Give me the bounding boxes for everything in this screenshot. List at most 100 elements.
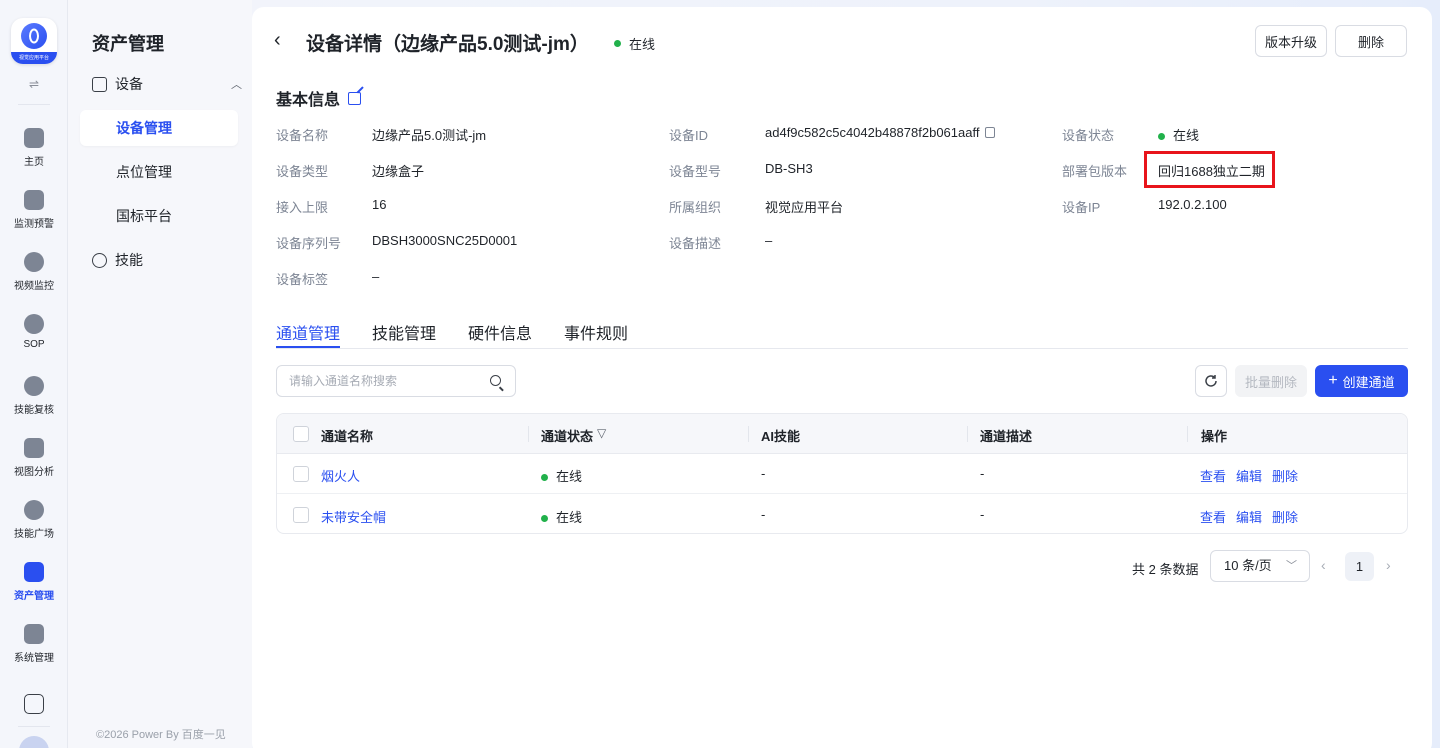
- refresh-button[interactable]: [1195, 365, 1227, 397]
- section-title-text: 基本信息: [276, 92, 341, 109]
- home-icon: [24, 128, 44, 148]
- divider: [18, 104, 50, 105]
- rail-item-sop[interactable]: SOP: [0, 312, 68, 362]
- create-channel-button[interactable]: + 创建通道: [1315, 365, 1408, 397]
- search-icon[interactable]: [490, 375, 501, 386]
- calendar-clock-icon: [24, 694, 44, 714]
- monitor-icon: [92, 76, 107, 92]
- status-dot-icon: [614, 40, 621, 47]
- delete-link[interactable]: 删除: [1272, 466, 1298, 485]
- field-label: 设备描述: [669, 236, 722, 251]
- view-link[interactable]: 查看: [1200, 466, 1226, 485]
- row-checkbox[interactable]: [293, 466, 309, 482]
- page-size-select[interactable]: 10 条/页 ﹀: [1210, 550, 1310, 582]
- settings-panel-icon: [24, 624, 44, 644]
- rail-item-view-analysis[interactable]: 视图分析: [0, 436, 68, 486]
- field-label: 设备ID: [669, 128, 709, 143]
- sidebar-title: 资产管理: [92, 34, 164, 54]
- channel-status: 在线: [541, 466, 582, 485]
- edit-link[interactable]: 编辑: [1236, 466, 1262, 485]
- field-value: 192.0.2.100: [1158, 197, 1227, 212]
- rail-item-label: SOP: [23, 339, 45, 350]
- field-value: 16: [372, 197, 387, 212]
- tab-event-rules[interactable]: 事件规则: [564, 320, 628, 344]
- delete-device-button[interactable]: 删除: [1335, 25, 1407, 57]
- row-checkbox[interactable]: [293, 507, 309, 523]
- header-status-badge: 在线: [614, 34, 655, 53]
- batch-delete-button[interactable]: 批量删除: [1235, 365, 1307, 397]
- column-divider: [748, 426, 749, 442]
- edit-icon[interactable]: [348, 91, 362, 105]
- rail-item-monitor-alert[interactable]: 监测预警: [0, 188, 68, 238]
- field-label: 接入上限: [276, 200, 329, 215]
- column-divider: [528, 426, 529, 442]
- tab-skill-management[interactable]: 技能管理: [372, 320, 436, 344]
- rail-item-video[interactable]: 视频监控: [0, 250, 68, 300]
- channel-ai-skill: -: [761, 466, 766, 481]
- field-value: –: [765, 233, 773, 248]
- field-label: 设备型号: [669, 164, 722, 179]
- status-text: 在线: [1173, 128, 1200, 143]
- field-label: 设备状态: [1062, 128, 1115, 143]
- left-rail: 视觉应用平台 ⇌ 主页 监测预警 视频监控 SOP 技能复核 视图分析 技能广场…: [0, 0, 68, 748]
- status-dot-icon: [541, 515, 548, 522]
- channel-name-link[interactable]: 未带安全帽: [321, 507, 386, 526]
- rail-item-label: 资产管理: [14, 591, 54, 602]
- main-panel: ‹ 设备详情（边缘产品5.0测试-jm） 在线 版本升级 删除 基本信息 设备名…: [252, 7, 1432, 748]
- channel-ai-skill: -: [761, 507, 766, 522]
- rail-item-skill-review[interactable]: 技能复核: [0, 374, 68, 424]
- hexagon-icon: [24, 376, 44, 396]
- sidebar-group-skill[interactable]: 技能: [92, 250, 242, 270]
- copy-icon[interactable]: [985, 127, 996, 138]
- field-value: 在线: [1158, 125, 1199, 144]
- prev-page-icon[interactable]: ‹: [1321, 557, 1326, 573]
- rail-item-label: 系统管理: [14, 653, 54, 664]
- rail-item-system[interactable]: 系统管理: [0, 622, 68, 672]
- field-label: 设备序列号: [276, 236, 342, 251]
- filter-icon[interactable]: ▽: [597, 426, 606, 440]
- next-page-icon[interactable]: ›: [1386, 557, 1391, 573]
- skill-icon: [92, 252, 107, 268]
- asset-icon: [24, 562, 44, 582]
- rail-item-home[interactable]: 主页: [0, 126, 68, 176]
- tab-hardware-info[interactable]: 硬件信息: [468, 320, 532, 344]
- rail-collapse-icon[interactable]: ⇌: [24, 76, 44, 92]
- status-text: 在线: [556, 469, 583, 484]
- rail-item-schedule[interactable]: [0, 692, 68, 742]
- field-label: 设备标签: [276, 272, 329, 287]
- field-label: 所属组织: [669, 200, 722, 215]
- status-dot-icon: [1158, 133, 1165, 140]
- sidebar-item-point-management[interactable]: 点位管理: [80, 154, 238, 190]
- back-icon[interactable]: ‹: [274, 29, 281, 52]
- page-title: 设备详情（边缘产品5.0测试-jm）: [306, 34, 589, 55]
- page-number-current[interactable]: 1: [1345, 552, 1374, 581]
- rail-item-label: 视图分析: [14, 467, 54, 478]
- divider: [18, 726, 50, 727]
- app-logo[interactable]: 视觉应用平台: [11, 18, 57, 64]
- tab-channel-management[interactable]: 通道管理: [276, 320, 340, 344]
- sidebar-item-gb-platform[interactable]: 国标平台: [80, 198, 238, 234]
- column-header: 操作: [1201, 429, 1228, 444]
- select-all-checkbox[interactable]: [293, 426, 309, 442]
- channel-name-link[interactable]: 烟火人: [321, 466, 360, 485]
- search-placeholder: 请输入通道名称搜索: [289, 374, 398, 388]
- field-value: 边缘产品5.0测试-jm: [372, 128, 487, 143]
- rail-item-skill-market[interactable]: 技能广场: [0, 498, 68, 548]
- view-link[interactable]: 查看: [1200, 507, 1226, 526]
- status-dot-icon: [541, 474, 548, 481]
- column-header: AI技能: [761, 429, 801, 444]
- field-value: 边缘盒子: [372, 164, 425, 179]
- rail-item-label: 技能复核: [14, 405, 54, 416]
- rail-item-asset[interactable]: 资产管理: [0, 560, 68, 610]
- sidebar-group-device[interactable]: 设备 ︿: [92, 74, 242, 94]
- channel-status: 在线: [541, 507, 582, 526]
- logo-mark-icon: [21, 23, 47, 49]
- sidebar-group-label: 技能: [115, 252, 143, 268]
- upgrade-button[interactable]: 版本升级: [1255, 25, 1327, 57]
- edit-link[interactable]: 编辑: [1236, 507, 1262, 526]
- sidebar-item-device-management[interactable]: 设备管理: [80, 110, 238, 146]
- delete-link[interactable]: 删除: [1272, 507, 1298, 526]
- field-value: DB-SH3: [765, 161, 813, 176]
- channel-search-input[interactable]: 请输入通道名称搜索: [276, 365, 516, 397]
- chevron-down-icon: ﹀: [1286, 560, 1297, 572]
